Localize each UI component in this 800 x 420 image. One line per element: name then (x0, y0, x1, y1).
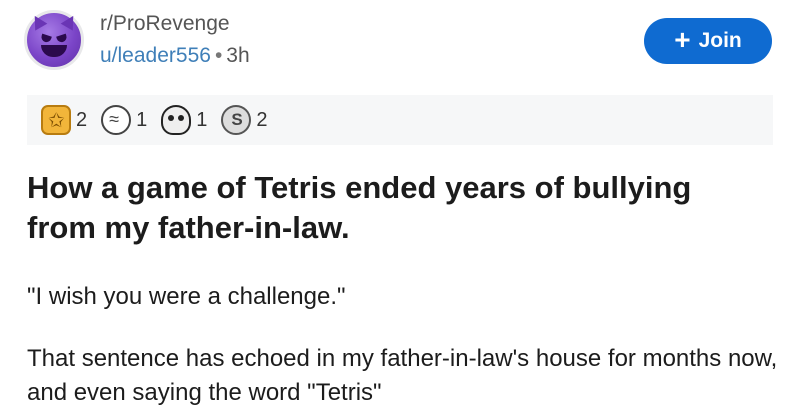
post-title[interactable]: How a game of Tetris ended years of bull… (27, 168, 767, 248)
devil-mouth-icon (41, 45, 67, 57)
award-count: 2 (76, 108, 88, 131)
post-time: 3h (226, 44, 250, 67)
gold-award-icon (41, 105, 71, 135)
post-header: r/ProRevenge u/leader556 • 3h + Join (24, 10, 776, 78)
separator-dot: • (214, 44, 223, 67)
award-brain[interactable]: 1 (101, 105, 147, 135)
award-count: 2 (256, 108, 268, 131)
subreddit-avatar[interactable] (24, 10, 84, 70)
join-label: Join (698, 29, 742, 52)
devil-eye-left-icon (40, 33, 52, 44)
silver-award-icon (221, 105, 252, 135)
award-gold[interactable]: 2 (41, 105, 87, 135)
post-body-paragraph: That sentence has echoed in my father-in… (27, 345, 778, 406)
brain-award-icon (101, 105, 132, 135)
devil-horn-right-icon (60, 12, 80, 31)
skull-award-icon (161, 105, 192, 135)
award-silver[interactable]: 2 (221, 105, 268, 135)
devil-eye-right-icon (56, 33, 68, 44)
devil-horn-left-icon (28, 12, 48, 31)
award-skull[interactable]: 1 (161, 105, 207, 135)
author-username[interactable]: u/leader556 (100, 44, 211, 67)
post-body-paragraph: "I wish you were a challenge." (27, 283, 346, 310)
subreddit-name[interactable]: r/ProRevenge (100, 12, 230, 36)
awards-bar[interactable]: 2 1 1 2 (27, 95, 773, 145)
join-button[interactable]: + Join (644, 18, 772, 64)
author-line: u/leader556 • 3h (100, 44, 250, 68)
award-count: 1 (196, 108, 208, 131)
award-count: 1 (136, 108, 148, 131)
plus-icon: + (674, 24, 691, 55)
